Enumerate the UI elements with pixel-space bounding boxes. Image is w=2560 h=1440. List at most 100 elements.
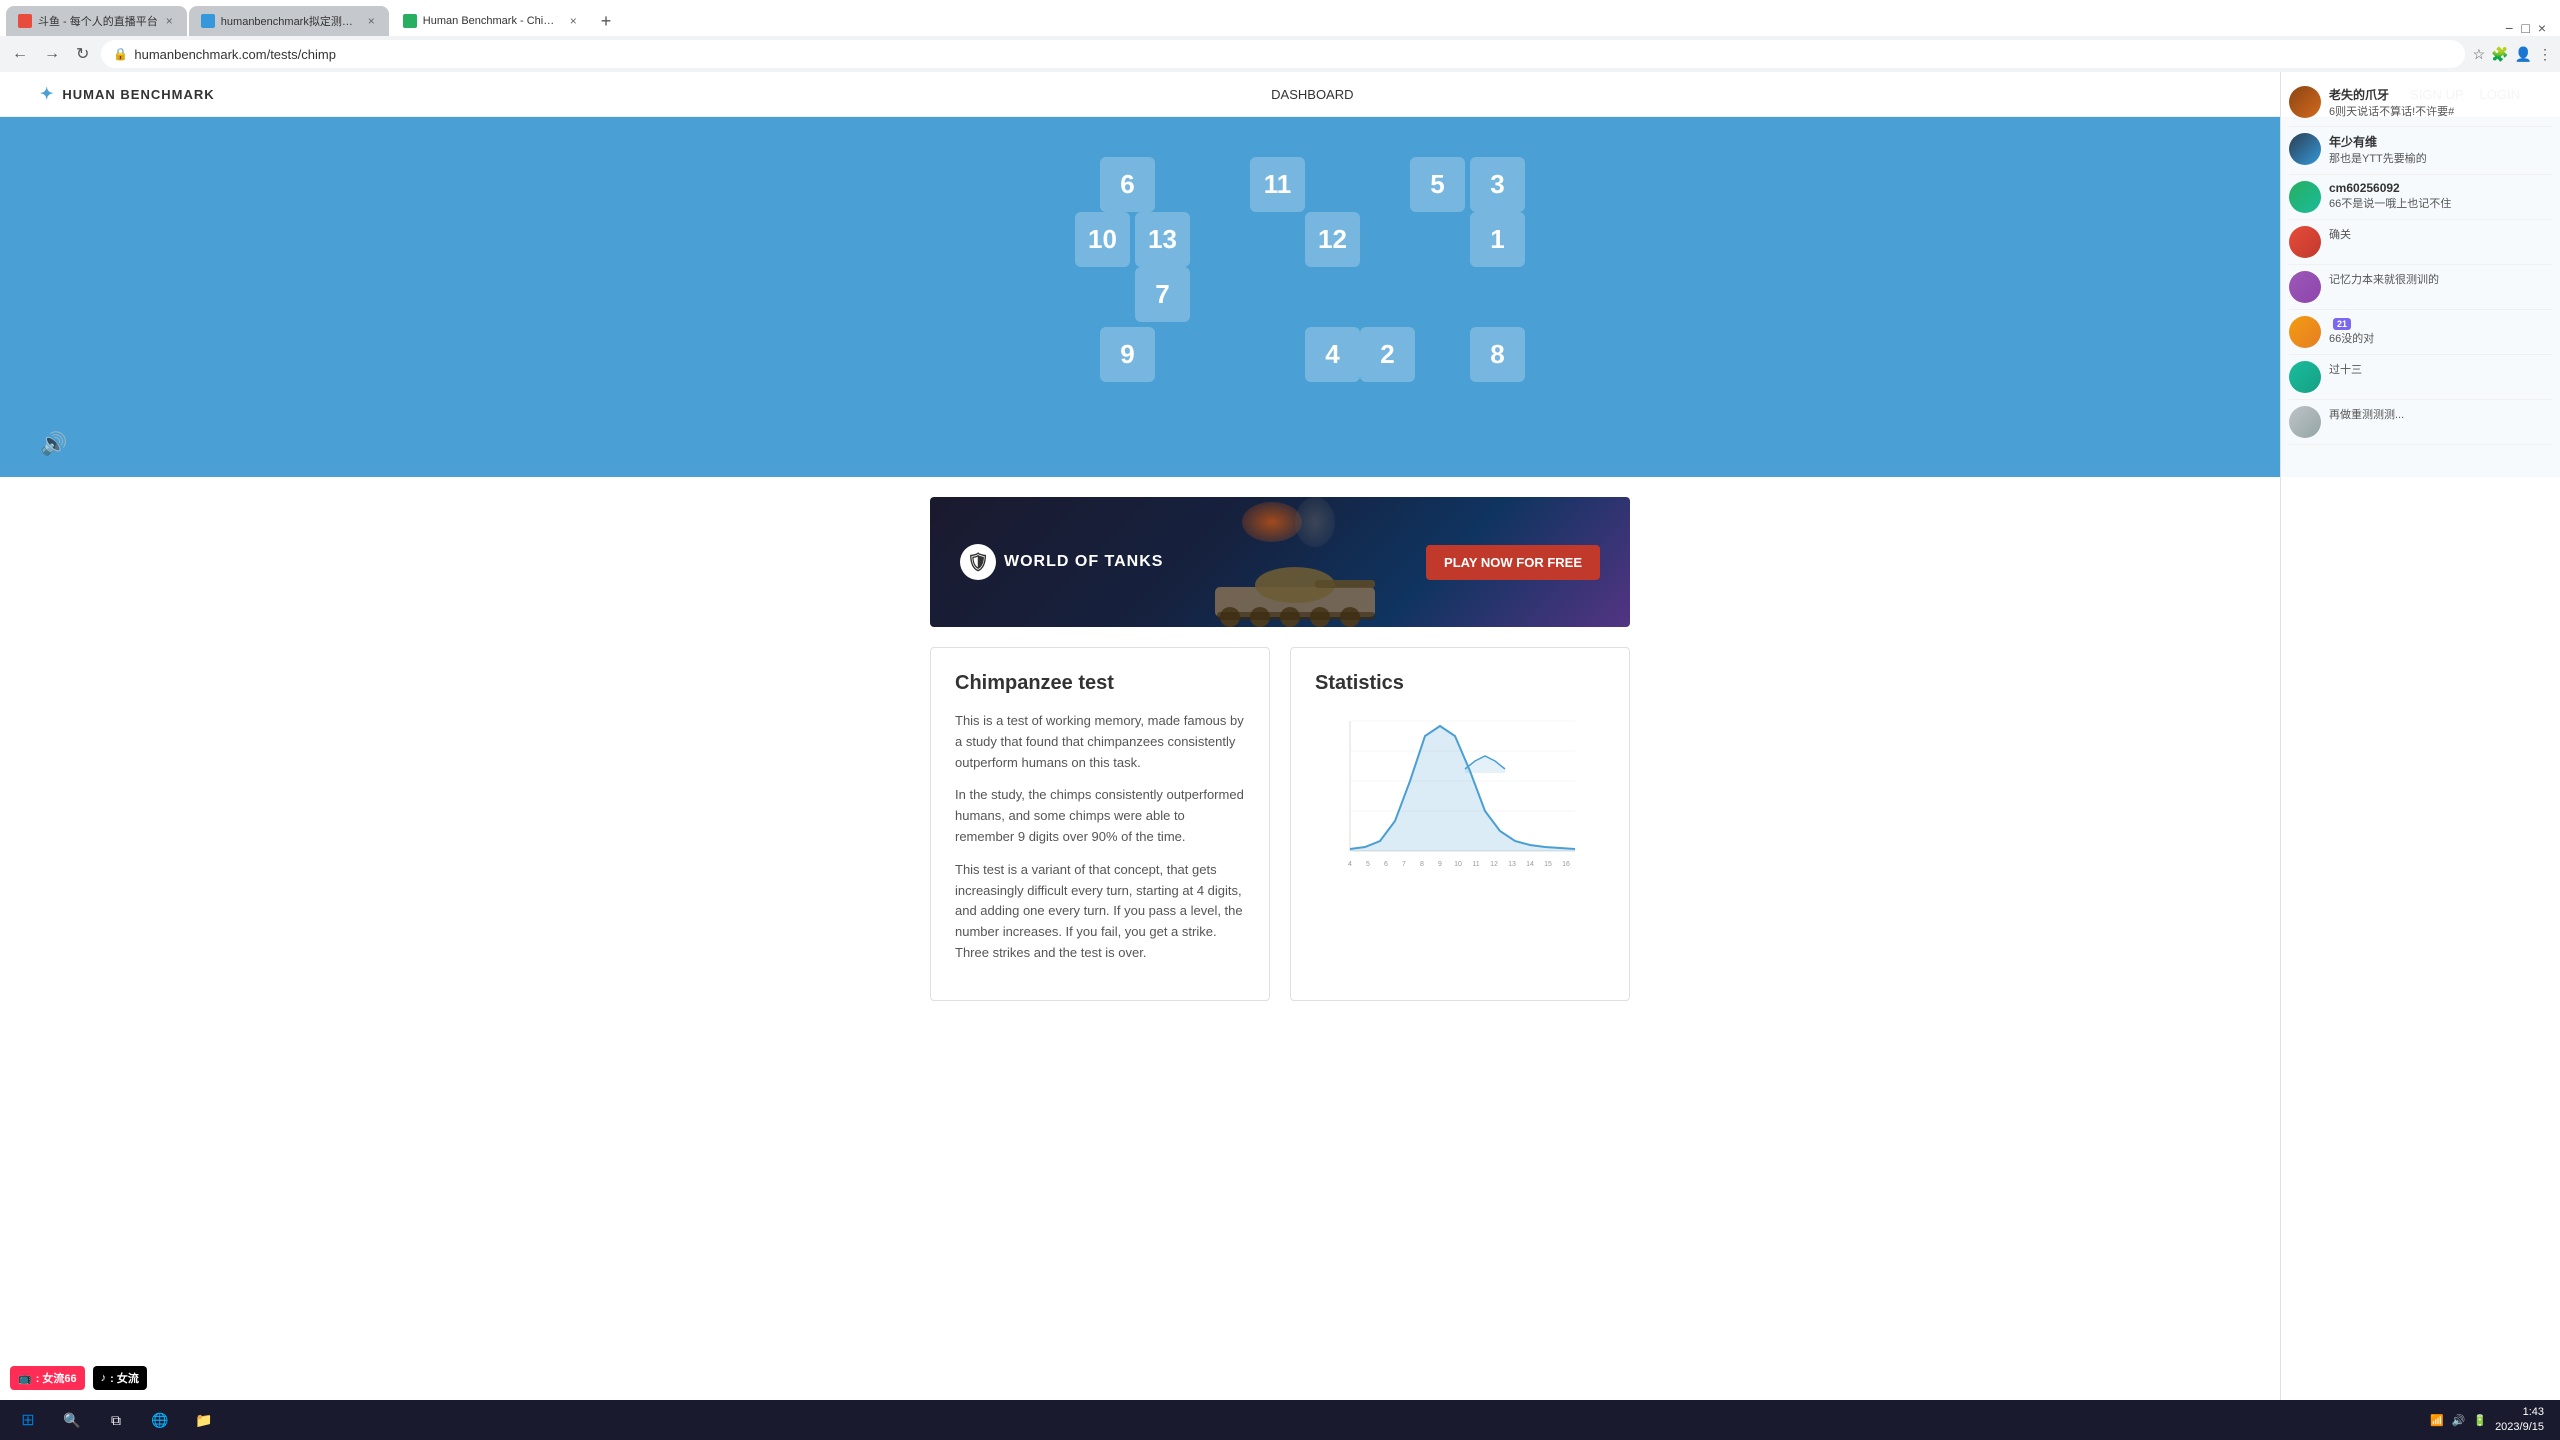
- chat-badge: 21: [2333, 318, 2351, 330]
- page-header: ✦ HUMAN BENCHMARK DASHBOARD SIGN UP LOGI…: [0, 72, 2560, 117]
- bilibili-logo[interactable]: 📺 : 女流66: [10, 1366, 85, 1390]
- dashboard-link[interactable]: DASHBOARD: [1271, 87, 1353, 102]
- tab-3[interactable]: Human Benchmark - Chimp T... ×: [391, 6, 591, 36]
- ad-cta-button[interactable]: PLAY NOW FOR FREE: [1426, 545, 1600, 580]
- forward-button[interactable]: →: [40, 41, 64, 67]
- tab-3-close[interactable]: ×: [568, 14, 579, 28]
- ad-banner: 🛡 WORLD OF TANKS PLAY NOW FOR FREE: [930, 497, 1630, 627]
- svg-text:14: 14: [1526, 861, 1534, 868]
- chat-message-4: 确关: [2289, 220, 2552, 265]
- chat-message-3: cm60256092 66不是说一哦上也记不住: [2289, 175, 2552, 220]
- chat-text-8: 再做重测测测...: [2329, 408, 2552, 423]
- tiktok-text: : 女流: [110, 1370, 139, 1386]
- bilibili-icon: 📺: [18, 1372, 32, 1385]
- tile-10[interactable]: 10: [1075, 212, 1130, 267]
- brand-name: HUMAN BENCHMARK: [62, 87, 214, 102]
- taskbar-start[interactable]: ⊞: [8, 1406, 48, 1434]
- chat-text-2: 那也是YTT先要榆的: [2329, 152, 2552, 167]
- tiktok-logo[interactable]: ♪ : 女流: [93, 1366, 147, 1390]
- ad-brand-name: WORLD OF TANKS: [1004, 553, 1163, 571]
- chat-message-7: 过十三: [2289, 355, 2552, 400]
- brand-logo: ✦ HUMAN BENCHMARK: [40, 84, 215, 104]
- volume-icon[interactable]: 🔊: [2452, 1414, 2466, 1427]
- svg-text:11: 11: [1472, 861, 1479, 868]
- tile-3[interactable]: 3: [1470, 157, 1525, 212]
- chat-content-7: 过十三: [2329, 361, 2552, 393]
- chat-content-6: 21 66没的对: [2329, 316, 2552, 348]
- wot-icon: 🛡: [960, 544, 996, 580]
- tile-11[interactable]: 11: [1250, 157, 1305, 212]
- tab-1-close[interactable]: ×: [164, 14, 175, 28]
- tile-4[interactable]: 4: [1305, 327, 1360, 382]
- info-panel: Chimpanzee test This is a test of workin…: [930, 647, 1270, 1001]
- tile-5[interactable]: 5: [1410, 157, 1465, 212]
- minimize-button[interactable]: −: [2505, 20, 2513, 36]
- tile-8[interactable]: 8: [1470, 327, 1525, 382]
- info-title: Chimpanzee test: [955, 672, 1245, 695]
- chat-text-6: 66没的对: [2329, 332, 2552, 347]
- svg-text:9: 9: [1438, 861, 1442, 868]
- tank-svg: [1195, 547, 1395, 627]
- menu-icon[interactable]: ⋮: [2538, 46, 2552, 63]
- chat-avatar-3: [2289, 181, 2321, 213]
- maximize-button[interactable]: □: [2521, 20, 2529, 36]
- extensions-icon[interactable]: 🧩: [2491, 46, 2508, 63]
- chat-content-1: 老失的爪牙 6则天说话不算话!不许要#: [2329, 86, 2552, 120]
- taskbar: ⊞ 🔍 ⧉ 🌐 📁 📶 🔊 🔋 1:43 2023/9/15: [0, 1400, 2560, 1440]
- tile-1[interactable]: 1: [1470, 212, 1525, 267]
- files-icon: 📁: [194, 1410, 214, 1430]
- chat-message-6: 21 66没的对: [2289, 310, 2552, 355]
- network-icon[interactable]: 📶: [2430, 1414, 2444, 1427]
- tile-13[interactable]: 13: [1135, 212, 1190, 267]
- tab-2-close[interactable]: ×: [366, 14, 377, 28]
- taskbar-files[interactable]: 📁: [184, 1406, 224, 1434]
- windows-icon: ⊞: [18, 1410, 38, 1430]
- reload-button[interactable]: ↻: [72, 40, 93, 68]
- lock-icon: 🔒: [113, 47, 128, 61]
- svg-text:7: 7: [1402, 861, 1406, 868]
- chat-message-2: 年少有维 那也是YTT先要榆的: [2289, 127, 2552, 174]
- chat-username-6: 21: [2329, 316, 2552, 330]
- number-grid: 6 11 5 3 10 13 12 1 7 9 4 2 8: [1020, 137, 1540, 437]
- main-nav: DASHBOARD: [1271, 87, 1353, 102]
- chat-username-2: 年少有维: [2329, 133, 2552, 150]
- svg-text:13: 13: [1508, 861, 1516, 868]
- svg-text:16: 16: [1562, 861, 1570, 868]
- chat-content-5: 记忆力本来就很测训的: [2329, 271, 2552, 303]
- svg-text:8: 8: [1420, 861, 1424, 868]
- volume-button[interactable]: 🔊: [40, 431, 67, 457]
- tile-7[interactable]: 7: [1135, 267, 1190, 322]
- close-window-button[interactable]: ×: [2538, 20, 2546, 36]
- tab-2[interactable]: humanbenchmark拟定测试_百... ×: [189, 6, 389, 36]
- tile-12[interactable]: 12: [1305, 212, 1360, 267]
- taskbar-search[interactable]: 🔍: [52, 1406, 92, 1434]
- bookmark-icon[interactable]: ☆: [2473, 46, 2486, 63]
- chat-username-3: cm60256092: [2329, 181, 2552, 195]
- info-para-2: In the study, the chimps consistently ou…: [955, 785, 1245, 847]
- chat-message-5: 记忆力本来就很测训的: [2289, 265, 2552, 310]
- taskbar-taskview[interactable]: ⧉: [96, 1406, 136, 1434]
- chat-text-4: 确关: [2329, 228, 2552, 243]
- chat-content-8: 再做重测测测...: [2329, 406, 2552, 438]
- profile-icon[interactable]: 👤: [2515, 46, 2532, 63]
- volume-icon: 🔊: [40, 431, 67, 456]
- stats-title: Statistics: [1315, 672, 1605, 695]
- tile-6[interactable]: 6: [1100, 157, 1155, 212]
- battery-icon[interactable]: 🔋: [2473, 1414, 2487, 1427]
- tile-9[interactable]: 9: [1100, 327, 1155, 382]
- svg-text:5: 5: [1366, 861, 1370, 868]
- chat-text-3: 66不是说一哦上也记不住: [2329, 197, 2552, 212]
- tab-1[interactable]: 斗鱼 - 每个人的直播平台 ×: [6, 6, 187, 36]
- back-button[interactable]: ←: [8, 41, 32, 67]
- chart-svg: 4 5 6 7 8 9 10 11 12 13 14 15 16: [1315, 711, 1605, 871]
- taskbar-browser[interactable]: 🌐: [140, 1406, 180, 1434]
- address-bar-area: ← → ↻ 🔒 humanbenchmark.com/tests/chimp ☆…: [0, 36, 2560, 72]
- browser-chrome: 斗鱼 - 每个人的直播平台 × humanbenchmark拟定测试_百... …: [0, 0, 2560, 72]
- new-tab-button[interactable]: +: [593, 7, 620, 36]
- bilibili-text: : 女流66: [36, 1370, 77, 1386]
- tile-2[interactable]: 2: [1360, 327, 1415, 382]
- statistics-panel: Statistics 4 5 6 7: [1290, 647, 1630, 1001]
- svg-text:12: 12: [1490, 861, 1498, 868]
- url-input[interactable]: 🔒 humanbenchmark.com/tests/chimp: [101, 40, 2464, 68]
- taskview-icon: ⧉: [106, 1410, 126, 1430]
